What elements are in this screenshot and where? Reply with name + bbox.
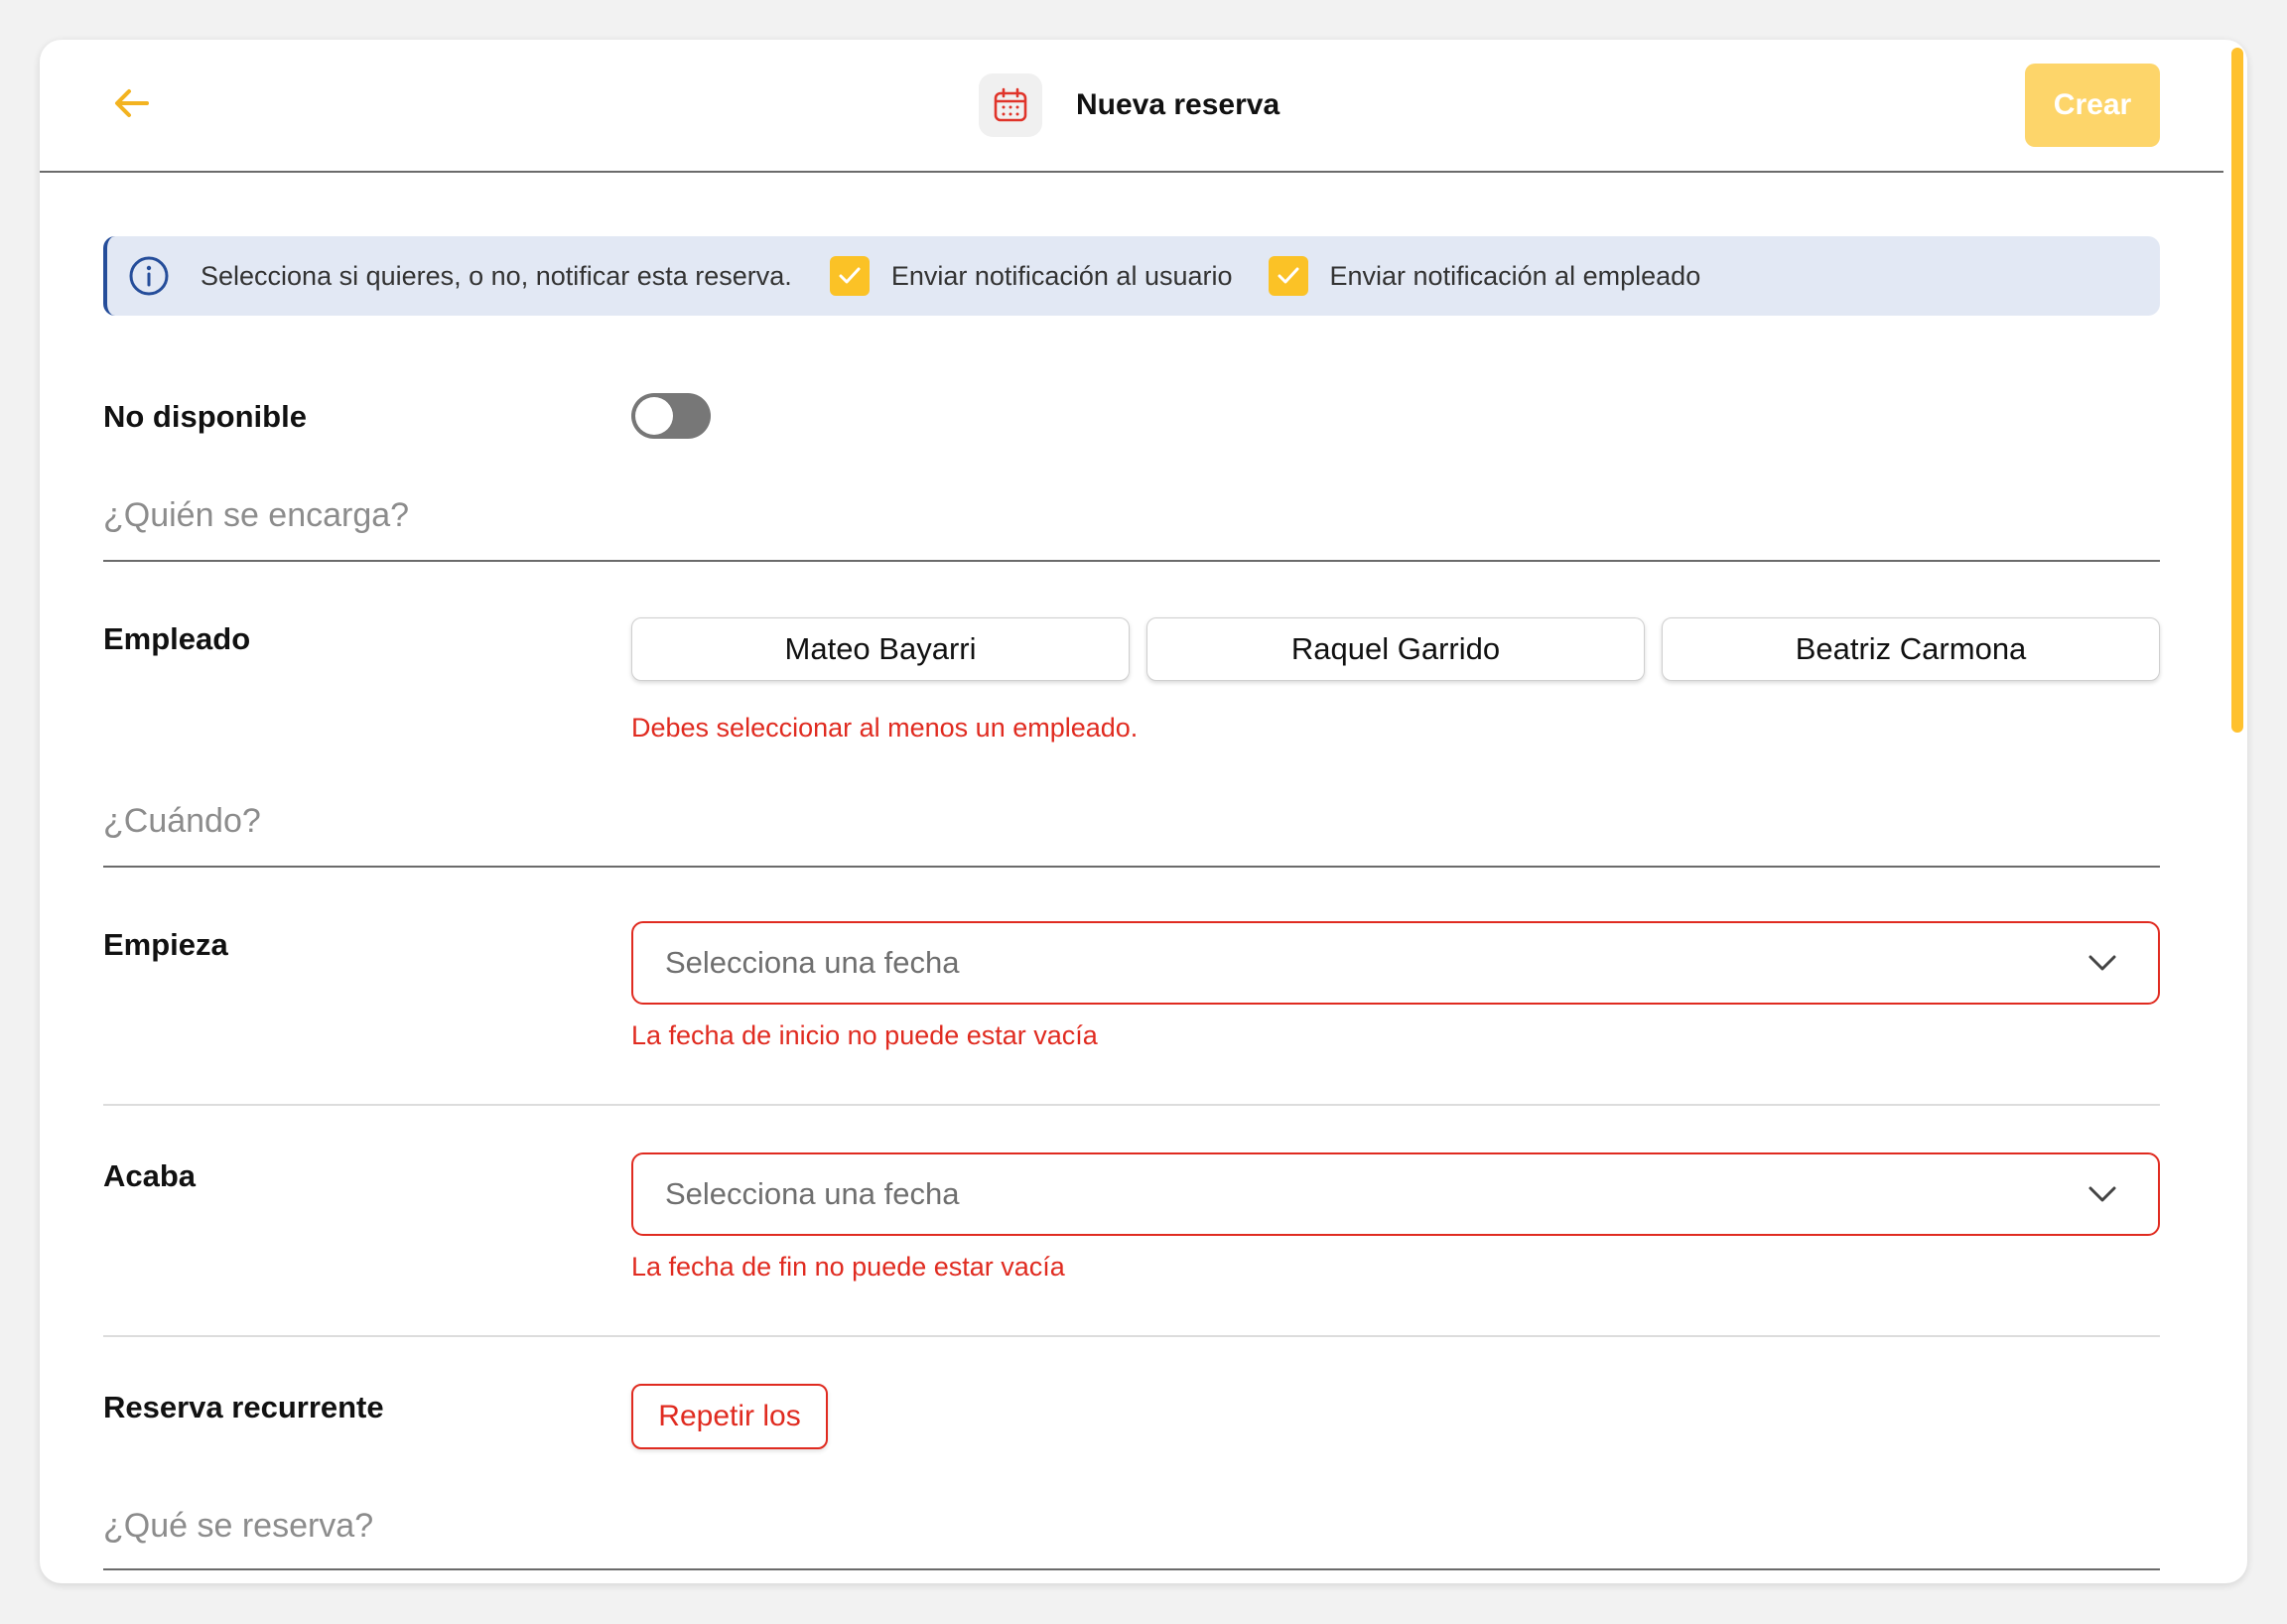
end-label: Acaba xyxy=(103,1158,197,1193)
header: Nueva reserva Crear xyxy=(40,40,2223,173)
start-date-select[interactable]: Selecciona una fecha xyxy=(631,921,2160,1005)
employee-label: Empleado xyxy=(103,621,251,656)
divider xyxy=(103,1335,2160,1337)
end-date-select[interactable]: Selecciona una fecha xyxy=(631,1152,2160,1236)
banner-text: Selecciona si quieres, o no, notificar e… xyxy=(201,260,792,291)
repeat-button[interactable]: Repetir los xyxy=(631,1384,828,1449)
divider xyxy=(103,1104,2160,1106)
start-date-placeholder: Selecciona una fecha xyxy=(665,945,960,980)
employee-option[interactable]: Mateo Bayarri xyxy=(631,617,1130,681)
calendar-icon-box xyxy=(979,73,1042,137)
divider xyxy=(103,866,2160,868)
create-button[interactable]: Crear xyxy=(2025,64,2160,147)
back-button[interactable] xyxy=(101,79,163,127)
notify-user-checkbox[interactable] xyxy=(829,256,870,296)
arrow-left-icon xyxy=(115,89,149,117)
unavailable-label: No disponible xyxy=(103,399,307,434)
checkmark-icon xyxy=(839,267,861,284)
employee-option[interactable]: Raquel Garrido xyxy=(1146,617,1645,681)
notification-banner: Selecciona si quieres, o no, notificar e… xyxy=(103,236,2160,316)
toggle-knob xyxy=(635,397,673,435)
employee-error: Debes seleccionar al menos un empleado. xyxy=(631,713,1139,743)
booking-form-card: Nueva reserva Crear Selecciona si quiere… xyxy=(40,40,2247,1583)
notify-employee-label[interactable]: Enviar notificación al empleado xyxy=(1330,261,1701,292)
notify-user-label[interactable]: Enviar notificación al usuario xyxy=(891,261,1233,292)
title-group: Nueva reserva xyxy=(979,73,1279,137)
info-icon xyxy=(127,254,171,298)
divider xyxy=(103,560,2160,562)
checkmark-icon xyxy=(1278,267,1298,284)
section-title-who: ¿Quién se encarga? xyxy=(103,496,410,534)
start-label: Empieza xyxy=(103,927,228,962)
start-date-error: La fecha de inicio no puede estar vacía xyxy=(631,1020,1098,1050)
end-date-error: La fecha de fin no puede estar vacía xyxy=(631,1252,1065,1282)
recurring-label: Reserva recurrente xyxy=(103,1390,384,1424)
page-title: Nueva reserva xyxy=(1076,88,1280,121)
notify-employee-checkbox[interactable] xyxy=(1268,256,1308,296)
unavailable-toggle[interactable] xyxy=(631,393,711,439)
employee-option[interactable]: Beatriz Carmona xyxy=(1662,617,2160,681)
section-title-when: ¿Cuándo? xyxy=(103,802,261,840)
end-date-placeholder: Selecciona una fecha xyxy=(665,1176,960,1211)
chevron-down-icon xyxy=(2088,1186,2116,1202)
chevron-down-icon xyxy=(2088,955,2116,971)
section-title-what: ¿Qué se reserva? xyxy=(103,1507,374,1545)
calendar-icon xyxy=(994,87,1027,122)
scrollbar[interactable] xyxy=(2231,48,2243,733)
divider xyxy=(103,1568,2160,1570)
